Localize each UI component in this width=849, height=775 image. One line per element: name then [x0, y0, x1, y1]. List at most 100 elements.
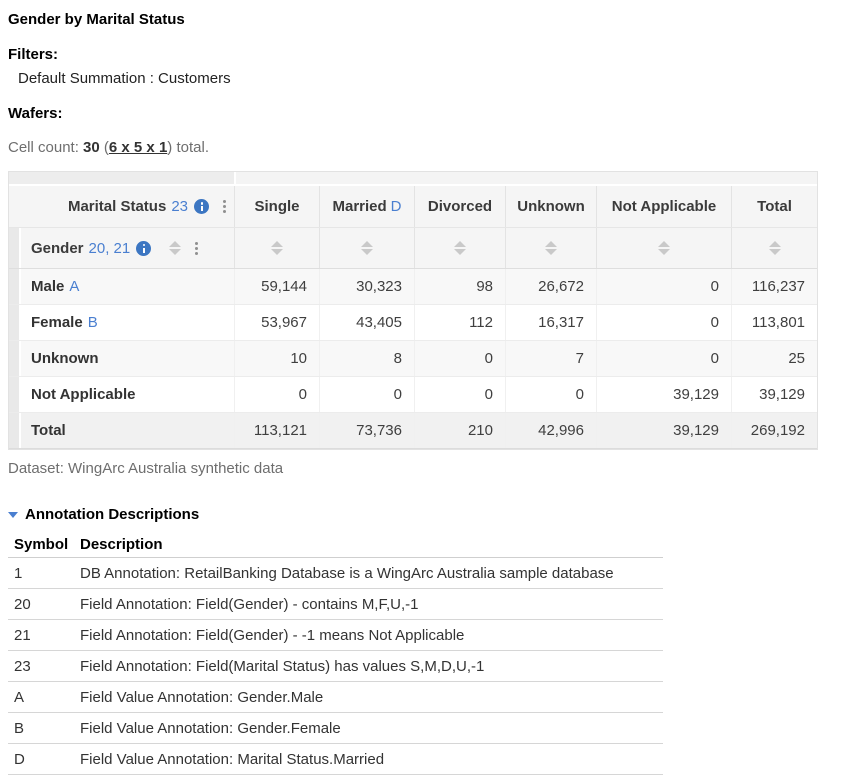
dataset-note: Dataset: WingArc Australia synthetic dat… [8, 460, 849, 478]
kebab-menu-icon[interactable] [195, 242, 198, 255]
sort-icon[interactable] [454, 241, 466, 255]
data-cell: 116,237 [731, 269, 817, 304]
data-cell: 42,996 [505, 413, 596, 448]
sort-icon[interactable] [769, 241, 781, 255]
sort-icon[interactable] [545, 241, 557, 255]
column-header-label: Total [757, 198, 792, 215]
row-dimension-annotation-ref: 23 [171, 198, 188, 215]
annotation-section-toggle[interactable]: Annotation Descriptions [8, 506, 849, 523]
row-label: Not Applicable [31, 386, 135, 403]
annotation-symbol: 21 [8, 627, 74, 644]
data-cell: 269,192 [731, 413, 817, 448]
data-cell: 26,672 [505, 269, 596, 304]
column-header-label: Not Applicable [612, 198, 716, 215]
annotation-symbol: 1 [8, 565, 74, 582]
sort-control [414, 228, 505, 268]
row-label-cell: Total [9, 413, 234, 448]
data-cell: 43,405 [319, 305, 414, 340]
column-header-label: Unknown [517, 198, 585, 215]
table-row-male: Male A 59,144 30,323 98 26,672 0 116,237 [9, 269, 817, 305]
sort-control [505, 228, 596, 268]
data-cell: 7 [505, 341, 596, 376]
data-cell: 30,323 [319, 269, 414, 304]
row-dimension-name: Marital Status [68, 198, 166, 215]
band-right [236, 172, 817, 184]
sort-control [596, 228, 731, 268]
data-cell: 0 [596, 269, 731, 304]
filters-label: Filters: [8, 46, 849, 64]
row-label-cell: Female B [9, 305, 234, 340]
annotation-symbol: D [8, 751, 74, 768]
data-cell: 59,144 [234, 269, 319, 304]
page-title: Gender by Marital Status [8, 0, 849, 29]
symbol-header: Symbol [8, 536, 74, 553]
data-cell: 10 [234, 341, 319, 376]
table-row-unknown: Unknown 10 8 0 7 0 25 [9, 341, 817, 377]
sort-icon[interactable] [169, 241, 181, 255]
annotation-symbol: 20 [8, 596, 74, 613]
band-left [9, 172, 234, 184]
data-cell: 0 [414, 341, 505, 376]
cell-count-dims-link[interactable]: 6 x 5 x 1 [109, 139, 167, 156]
annotation-row: 21 Field Annotation: Field(Gender) - -1 … [8, 620, 663, 651]
column-annotation-ref: D [391, 198, 402, 215]
annotation-row: B Field Value Annotation: Gender.Female [8, 713, 663, 744]
kebab-menu-icon[interactable] [223, 200, 226, 213]
row-annotation-ref: B [88, 314, 98, 331]
sort-icon[interactable] [271, 241, 283, 255]
data-cell: 39,129 [596, 413, 731, 448]
row-label: Female [31, 314, 83, 331]
sort-control [234, 228, 319, 268]
row-dimension-header: Marital Status 23 [9, 186, 234, 227]
info-icon[interactable] [194, 199, 209, 214]
data-cell: 0 [319, 377, 414, 412]
col-dimension-name: Gender [31, 240, 84, 257]
row-label: Unknown [31, 350, 99, 367]
annotation-description: Field Annotation: Field(Marital Status) … [74, 658, 663, 675]
triangle-down-icon[interactable] [8, 512, 18, 518]
annotation-row: D Field Value Annotation: Marital Status… [8, 744, 663, 775]
cell-count-prefix: Cell count: [8, 139, 83, 156]
annotation-table: Symbol Description 1 DB Annotation: Reta… [8, 531, 663, 775]
data-cell: 39,129 [596, 377, 731, 412]
row-label-cell: Not Applicable [9, 377, 234, 412]
annotation-section-title: Annotation Descriptions [25, 506, 199, 523]
data-cell: 113,801 [731, 305, 817, 340]
annotation-row: 1 DB Annotation: RetailBanking Database … [8, 558, 663, 589]
annotation-description: Field Value Annotation: Gender.Male [74, 689, 663, 706]
annotation-description: Field Annotation: Field(Gender) - -1 mea… [74, 627, 663, 644]
annotation-row: 20 Field Annotation: Field(Gender) - con… [8, 589, 663, 620]
sort-row: Gender 20, 21 [9, 228, 817, 269]
filter-value: Default Summation : Customers [8, 70, 849, 88]
row-label-cell: Unknown [9, 341, 234, 376]
column-header-row: Marital Status 23 Single Married D Divor… [9, 186, 817, 228]
scroll-band [9, 172, 817, 184]
annotation-description: Field Annotation: Field(Gender) - contai… [74, 596, 663, 613]
column-header-divorced: Divorced [414, 186, 505, 227]
data-cell: 25 [731, 341, 817, 376]
sort-icon[interactable] [361, 241, 373, 255]
sort-icon[interactable] [658, 241, 670, 255]
data-cell: 16,317 [505, 305, 596, 340]
wafers-label: Wafers: [8, 105, 849, 123]
annotation-symbol: 23 [8, 658, 74, 675]
column-header-total: Total [731, 186, 817, 227]
table-row-female: Female B 53,967 43,405 112 16,317 0 113,… [9, 305, 817, 341]
annotation-description: DB Annotation: RetailBanking Database is… [74, 565, 663, 582]
annotation-table-header: Symbol Description [8, 531, 663, 558]
data-cell: 0 [234, 377, 319, 412]
data-cell: 0 [596, 341, 731, 376]
description-header: Description [74, 536, 663, 553]
annotation-row: A Field Value Annotation: Gender.Male [8, 682, 663, 713]
data-cell: 0 [505, 377, 596, 412]
annotation-description: Field Value Annotation: Marital Status.M… [74, 751, 663, 768]
cell-count: Cell count: 30 (6 x 5 x 1) total. [8, 139, 849, 157]
col-dimension-annotation-ref: 20, 21 [89, 240, 131, 257]
row-label: Total [31, 422, 66, 439]
row-label: Male [31, 278, 64, 295]
column-header-unknown: Unknown [505, 186, 596, 227]
cell-count-value: 30 [83, 139, 100, 156]
info-icon[interactable] [136, 241, 151, 256]
data-cell: 98 [414, 269, 505, 304]
data-cell: 113,121 [234, 413, 319, 448]
